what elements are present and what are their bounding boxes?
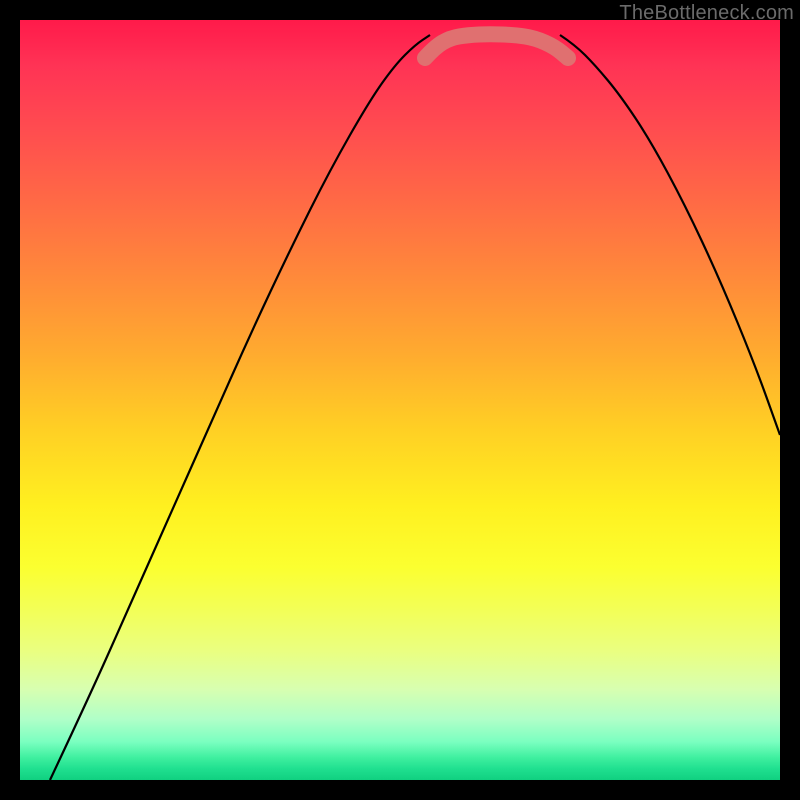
- chart-frame: TheBottleneck.com: [0, 0, 800, 800]
- bottleneck-curve-left: [50, 35, 430, 780]
- chart-svg: [20, 20, 780, 780]
- bottleneck-curve-right: [560, 35, 780, 435]
- valley-blob: [425, 34, 568, 58]
- watermark-text: TheBottleneck.com: [619, 2, 794, 25]
